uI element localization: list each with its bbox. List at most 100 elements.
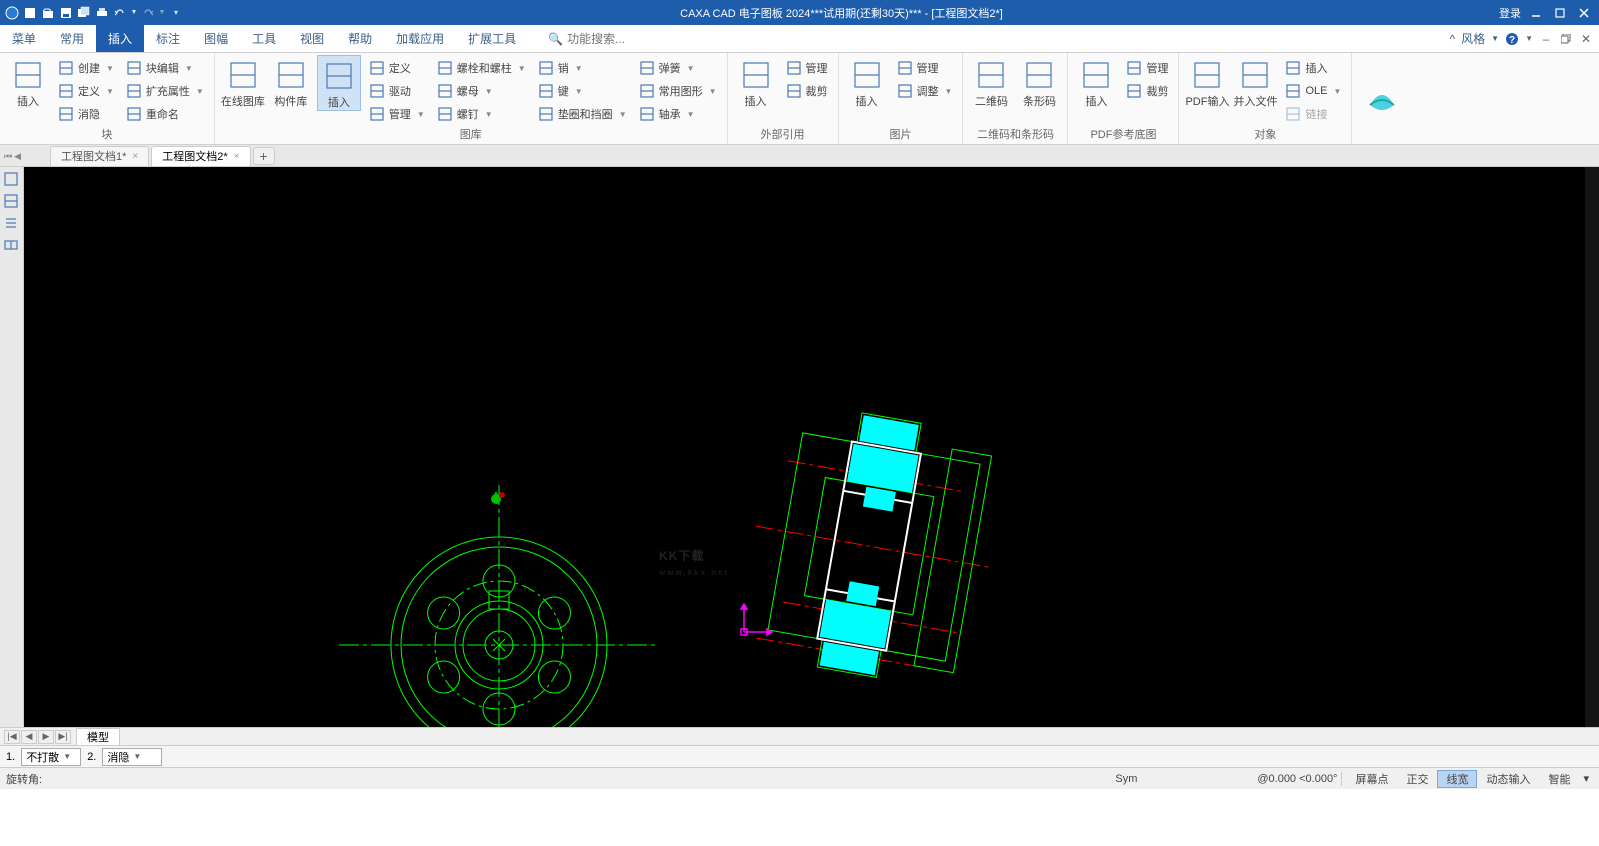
drawing-canvas[interactable]: KK下载 www.kkx.net [24, 167, 1599, 727]
ribbon-barcode-button[interactable]: 条形码 [1017, 55, 1061, 109]
ribbon-manage-button[interactable]: 管理▼ [365, 103, 429, 125]
ribbon-key-button[interactable]: 键▼ [534, 80, 631, 102]
ribbon-washer-button[interactable]: 垫圈和挡圈▼ [534, 103, 631, 125]
mdi-restore-icon[interactable] [1559, 32, 1573, 46]
ribbon-pdf-insert-button[interactable]: 插入 [1074, 55, 1118, 109]
ribbon-pdf-in-button[interactable]: PDF输入 [1185, 55, 1229, 109]
save-all-icon[interactable] [76, 5, 92, 21]
mdi-minimize-icon[interactable]: ‒ [1539, 32, 1553, 46]
layout-nav-first-icon[interactable]: |◀ [4, 730, 20, 744]
tab-nav-prev-icon[interactable]: ◀ [14, 151, 21, 162]
status-btn-lineweight[interactable]: 线宽 [1437, 770, 1477, 788]
ribbon-block-insert-button[interactable]: 插入 [6, 55, 50, 109]
ribbon-ext-attr-button[interactable]: 扩充属性▼ [122, 80, 208, 102]
ribbon-bearing-button[interactable]: 轴承▼ [635, 103, 721, 125]
ribbon-pin-button[interactable]: 销▼ [534, 57, 631, 79]
ribbon-hide-button[interactable]: 消隐 [54, 103, 118, 125]
tab-common[interactable]: 常用 [48, 25, 96, 52]
mdi-close-icon[interactable]: ✕ [1579, 32, 1593, 46]
tab-load-app[interactable]: 加载应用 [384, 25, 456, 52]
ribbon-image-insert-button[interactable]: 插入 [845, 55, 889, 109]
minimize-button[interactable] [1527, 4, 1545, 22]
save-icon[interactable] [58, 5, 74, 21]
undo-dropdown-icon[interactable]: ▼ [130, 5, 138, 21]
qat-more-icon[interactable]: ▾ [168, 5, 184, 21]
palette-icon-4[interactable] [3, 237, 21, 255]
canvas-scrollbar[interactable] [1585, 167, 1599, 727]
ribbon-online-lib-button[interactable]: 在线图库 [221, 55, 265, 109]
redo-dropdown-icon[interactable]: ▼ [158, 5, 166, 21]
document-tab-1[interactable]: 工程图文档1* × [50, 146, 149, 166]
ribbon-ole-button[interactable]: OLE▼ [1281, 80, 1345, 102]
new-document-tab-button[interactable]: + [253, 147, 275, 165]
ribbon-rename-button[interactable]: 重命名 [122, 103, 208, 125]
tab-view[interactable]: 视图 [288, 25, 336, 52]
document-tab-2[interactable]: 工程图文档2* × [151, 146, 250, 166]
ribbon-create-button[interactable]: 创建▼ [54, 57, 118, 79]
layout-nav-last-icon[interactable]: ▶| [55, 730, 71, 744]
ribbon-adjust-button[interactable]: 调整▼ [893, 80, 957, 102]
ribbon-insert-lib-button[interactable]: 插入 [317, 55, 361, 111]
ribbon-qr-button[interactable]: 二维码 [969, 55, 1013, 109]
tab-insert[interactable]: 插入 [96, 25, 144, 52]
ribbon-nut-button[interactable]: 螺母▼ [433, 80, 530, 102]
open-icon[interactable] [40, 5, 56, 21]
ribbon-manage4-button[interactable]: 管理 [1122, 57, 1172, 79]
ribbon-clip2-button[interactable]: 裁剪 [1122, 80, 1172, 102]
ribbon-obj-insert-button[interactable]: 插入 [1281, 57, 1345, 79]
app-icon[interactable] [4, 5, 20, 21]
tab-ext-tools[interactable]: 扩展工具 [456, 25, 528, 52]
palette-icon-3[interactable] [3, 215, 21, 233]
ribbon-manage3-button[interactable]: 管理 [893, 57, 957, 79]
ribbon-screw-button[interactable]: 螺钉▼ [433, 103, 530, 125]
status-btn-dyn-input[interactable]: 动态输入 [1477, 770, 1539, 788]
tab-nav-first-icon[interactable]: ⏮ [4, 151, 12, 162]
ribbon-bolt-button[interactable]: 螺栓和螺柱▼ [433, 57, 530, 79]
tab-annotate[interactable]: 标注 [144, 25, 192, 52]
status-more-icon[interactable]: ▾ [1579, 772, 1593, 785]
ribbon-shapes-button[interactable]: 常用图形▼ [635, 80, 721, 102]
style-label[interactable]: 风格 [1461, 30, 1485, 47]
new-icon[interactable] [22, 5, 38, 21]
palette-icon-1[interactable] [3, 171, 21, 189]
ribbon-block-edit-button[interactable]: 块编辑▼ [122, 57, 208, 79]
key-icon [538, 83, 554, 99]
undo-icon[interactable] [112, 5, 128, 21]
layout-nav-next-icon[interactable]: ▶ [38, 730, 54, 744]
status-btn-screen-point[interactable]: 屏幕点 [1346, 770, 1397, 788]
ribbon-define-button[interactable]: 定义▼ [54, 80, 118, 102]
tab-tools[interactable]: 工具 [240, 25, 288, 52]
ribbon-search-input[interactable] [567, 32, 687, 46]
help-icon[interactable]: ? [1505, 32, 1519, 46]
ribbon-drive-button[interactable]: 驱动 [365, 80, 429, 102]
close-button[interactable] [1575, 4, 1593, 22]
ribbon-clip-button[interactable]: 裁剪 [782, 80, 832, 102]
status-btn-smart[interactable]: 智能 [1539, 770, 1579, 788]
layout-nav-prev-icon[interactable]: ◀ [21, 730, 37, 744]
ribbon-merge-button[interactable]: 并入文件 [1233, 55, 1277, 109]
palette-icon-2[interactable] [3, 193, 21, 211]
close-doc-1-icon[interactable]: × [132, 151, 138, 162]
opt-combo-hide[interactable]: 消隐 ▼ [102, 748, 162, 766]
tab-help[interactable]: 帮助 [336, 25, 384, 52]
opt-combo-break[interactable]: 不打散 ▼ [21, 748, 81, 766]
model-tab[interactable]: 模型 [76, 728, 120, 746]
close-doc-2-icon[interactable]: × [234, 151, 240, 162]
collapse-ribbon-icon[interactable]: ^ [1450, 32, 1456, 46]
print-icon[interactable] [94, 5, 110, 21]
help-dropdown-icon[interactable]: ▼ [1525, 34, 1533, 43]
login-link[interactable]: 登录 [1499, 5, 1521, 21]
style-dropdown-icon[interactable]: ▼ [1491, 34, 1499, 43]
ribbon-link-button[interactable]: 链接 [1281, 103, 1345, 125]
ribbon-xref-insert-button[interactable]: 插入 [734, 55, 778, 109]
chevron-down-icon: ▼ [945, 87, 953, 96]
ribbon-part-lib-button[interactable]: 构件库 [269, 55, 313, 109]
tab-sheet[interactable]: 图幅 [192, 25, 240, 52]
ribbon-manage2-button[interactable]: 管理 [782, 57, 832, 79]
status-btn-ortho[interactable]: 正交 [1397, 770, 1437, 788]
maximize-button[interactable] [1551, 4, 1569, 22]
tab-menu[interactable]: 菜单 [0, 25, 48, 52]
ribbon-define2-button[interactable]: 定义 [365, 57, 429, 79]
ribbon-spring-button[interactable]: 弹簧▼ [635, 57, 721, 79]
redo-icon[interactable] [140, 5, 156, 21]
